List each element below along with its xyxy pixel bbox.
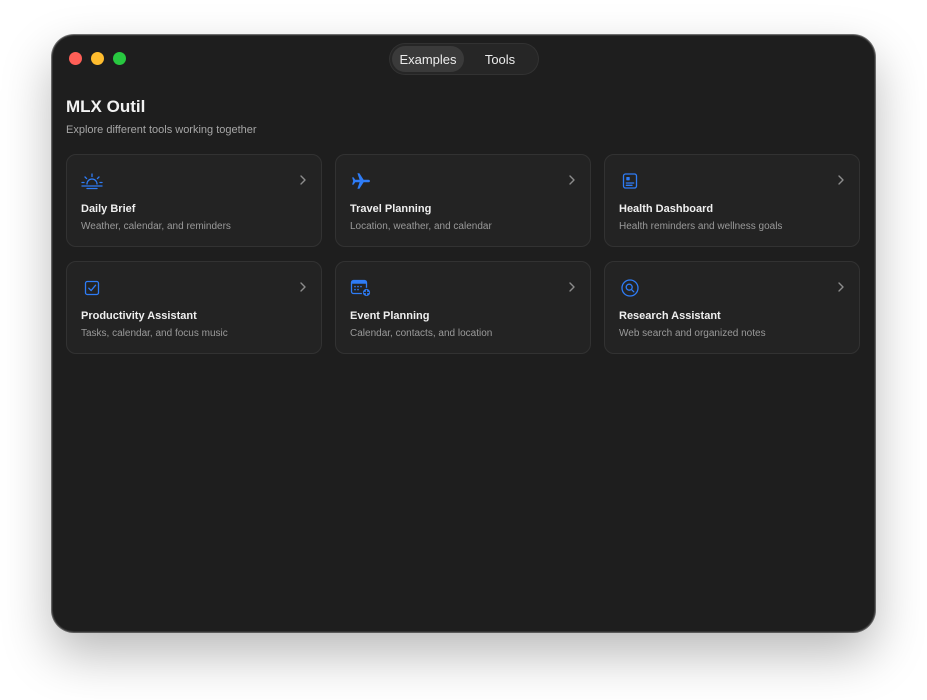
checkbox-icon xyxy=(81,278,103,298)
page-title: MLX Outil xyxy=(66,97,146,116)
card-title: Travel Planning xyxy=(350,203,432,215)
close-window-button[interactable] xyxy=(69,52,82,65)
sunrise-icon xyxy=(81,171,103,191)
desktop-backdrop: Examples Tools MLX Outil Explore differe… xyxy=(0,0,927,700)
chevron-right-icon xyxy=(300,282,306,292)
card-travel-planning[interactable]: Travel Planning Location, weather, and c… xyxy=(335,154,591,247)
card-description: Location, weather, and calendar xyxy=(350,221,492,232)
tab-examples[interactable]: Examples xyxy=(392,46,464,72)
card-description: Calendar, contacts, and location xyxy=(350,328,493,339)
card-title: Event Planning xyxy=(350,310,430,322)
card-title: Research Assistant xyxy=(619,310,721,322)
app-window: Examples Tools MLX Outil Explore differe… xyxy=(52,35,875,632)
chevron-right-icon xyxy=(569,175,575,185)
tab-tools[interactable]: Tools xyxy=(464,46,536,72)
view-switcher: Examples Tools xyxy=(389,43,539,75)
card-health-dashboard[interactable]: Health Dashboard Health reminders and we… xyxy=(604,154,860,247)
list-clipboard-icon xyxy=(619,171,641,191)
minimize-window-button[interactable] xyxy=(91,52,104,65)
chevron-right-icon xyxy=(569,282,575,292)
page-subtitle: Explore different tools working together xyxy=(66,124,257,136)
card-research-assistant[interactable]: Research Assistant Web search and organi… xyxy=(604,261,860,354)
card-title: Daily Brief xyxy=(81,203,136,215)
search-circle-icon xyxy=(619,278,641,298)
zoom-window-button[interactable] xyxy=(113,52,126,65)
card-description: Health reminders and wellness goals xyxy=(619,221,783,232)
chevron-right-icon xyxy=(838,282,844,292)
card-title: Health Dashboard xyxy=(619,203,714,215)
card-event-planning[interactable]: Event Planning Calendar, contacts, and l… xyxy=(335,261,591,354)
chevron-right-icon xyxy=(300,175,306,185)
card-description: Weather, calendar, and reminders xyxy=(81,221,231,232)
calendar-add-icon xyxy=(350,278,372,298)
chevron-right-icon xyxy=(838,175,844,185)
card-productivity-assistant[interactable]: Productivity Assistant Tasks, calendar, … xyxy=(66,261,322,354)
airplane-icon xyxy=(350,171,372,191)
card-title: Productivity Assistant xyxy=(81,310,197,322)
card-description: Tasks, calendar, and focus music xyxy=(81,328,228,339)
card-description: Web search and organized notes xyxy=(619,328,766,339)
window-controls xyxy=(69,52,126,65)
card-daily-brief[interactable]: Daily Brief Weather, calendar, and remin… xyxy=(66,154,322,247)
